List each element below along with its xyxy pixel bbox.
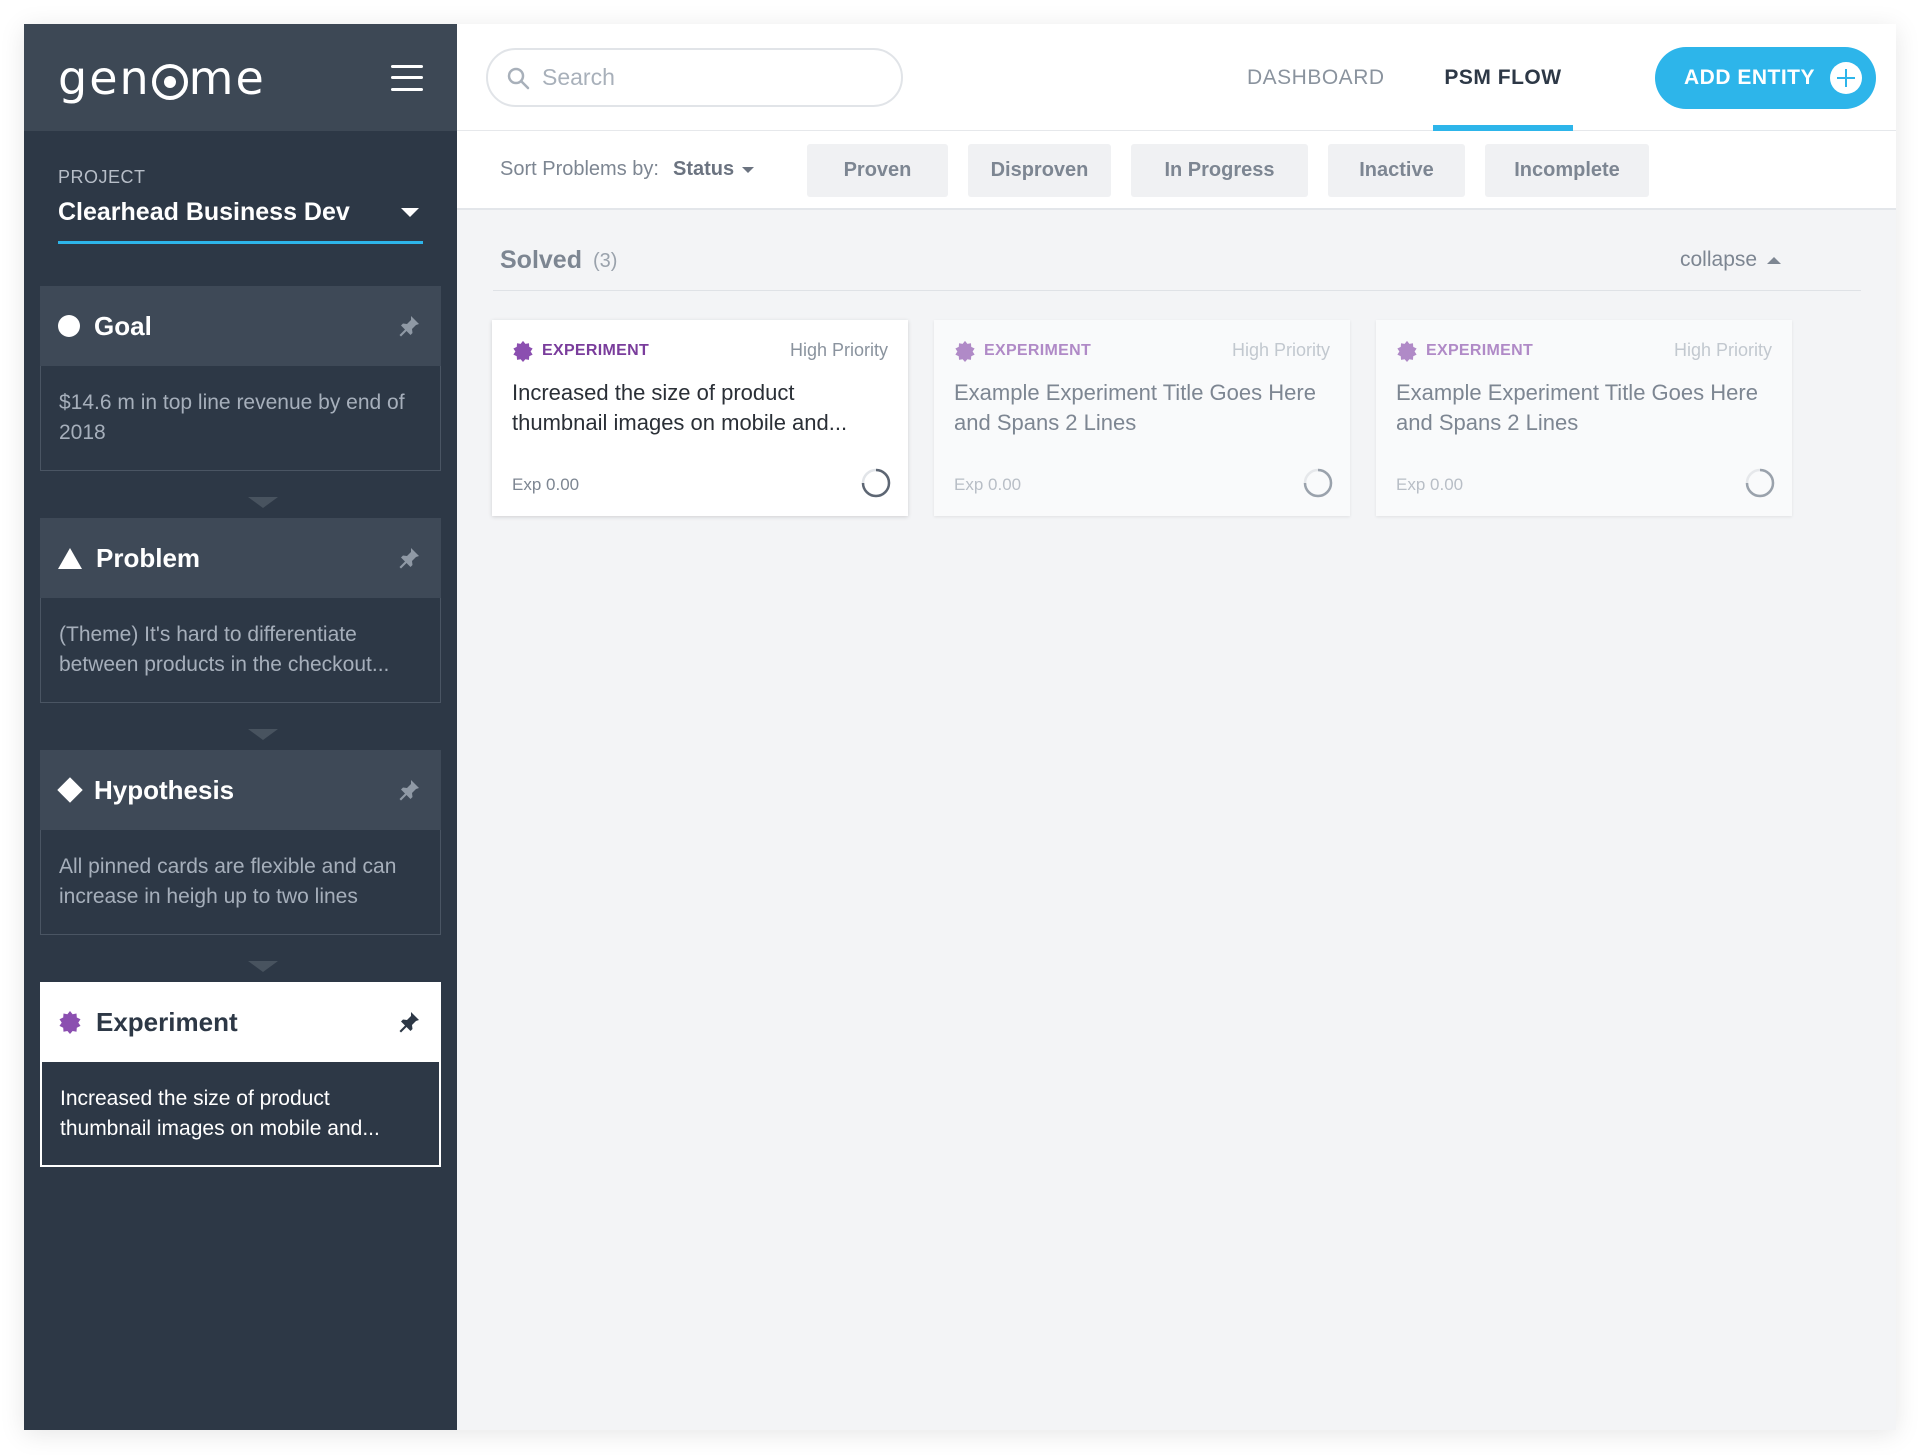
pinned-card-problem[interactable]: Problem (Theme) It's hard to differentia… [40, 518, 441, 703]
card-type: EXPERIMENT [954, 340, 1091, 362]
logo-text-left: gen [58, 50, 151, 105]
filter-bar: Sort Problems by: Status Proven Disprove… [457, 131, 1896, 210]
filter-chip-inactive[interactable]: Inactive [1328, 144, 1465, 197]
app-window: gen me PROJECT Clearhead Business Dev Goa… [24, 24, 1896, 1430]
brand-bar: gen me [24, 24, 457, 131]
collapse-label: collapse [1680, 248, 1758, 271]
pinned-card-body: Increased the size of product thumbnail … [40, 1062, 441, 1167]
goal-circle-icon [58, 315, 80, 337]
experiment-badge-icon [513, 340, 533, 362]
pinned-card-header: Problem [40, 518, 441, 598]
experiment-card[interactable]: EXPERIMENT High Priority Example Experim… [1376, 320, 1792, 516]
filter-chip-incomplete[interactable]: Incomplete [1485, 144, 1649, 197]
sidebar: gen me PROJECT Clearhead Business Dev Goa… [24, 24, 457, 1430]
content-area: Solved (3) collapse EXPERIMENT High Prio… [457, 210, 1896, 1430]
logo-text-right: me [188, 50, 266, 105]
main-panel: DASHBOARD PSM FLOW ADD ENTITY Sort Probl… [457, 24, 1896, 1430]
pinned-card-title: Experiment [96, 1006, 238, 1037]
add-entity-button[interactable]: ADD ENTITY [1655, 47, 1876, 109]
pinned-card-hypothesis[interactable]: Hypothesis All pinned cards are flexible… [40, 750, 441, 935]
card-meta: Exp 0.00 [512, 475, 580, 494]
logo: gen me [58, 51, 266, 105]
tab-dashboard[interactable]: DASHBOARD [1247, 24, 1385, 131]
card-type: EXPERIMENT [512, 340, 649, 362]
pinned-card-body: (Theme) It's hard to differentiate betwe… [40, 598, 441, 703]
chevron-down-icon [742, 166, 755, 173]
card-title: Example Experiment Title Goes Here and S… [1396, 380, 1758, 435]
pinned-card-goal[interactable]: Goal $14.6 m in top line revenue by end … [40, 286, 441, 471]
logo-mark-icon [151, 63, 188, 100]
experiment-card[interactable]: EXPERIMENT High Priority Example Experim… [934, 320, 1350, 516]
project-selector: PROJECT Clearhead Business Dev [24, 131, 457, 244]
card-priority: High Priority [1673, 340, 1772, 360]
spinner-icon [1303, 468, 1333, 498]
divider [493, 290, 1861, 291]
pin-icon[interactable] [397, 778, 421, 802]
pinned-card-title: Problem [96, 542, 201, 573]
filter-chip-disproven[interactable]: Disproven [968, 144, 1111, 197]
group-count: (3) [593, 250, 618, 272]
card-title: Increased the size of product thumbnail … [512, 380, 848, 435]
sort-value: Status [673, 158, 735, 180]
problem-triangle-icon [58, 547, 82, 569]
pinned-card-header: Experiment [40, 982, 441, 1062]
pinned-card-title: Hypothesis [94, 774, 235, 805]
project-name: Clearhead Business Dev [58, 198, 350, 226]
top-bar: DASHBOARD PSM FLOW ADD ENTITY [457, 24, 1896, 131]
pinned-card-header: Goal [40, 286, 441, 366]
card-type-label: EXPERIMENT [984, 342, 1092, 359]
pinned-card-body: $14.6 m in top line revenue by end of 20… [40, 366, 441, 471]
search-box[interactable] [486, 48, 903, 107]
experiment-badge-icon [59, 1011, 81, 1034]
card-title: Example Experiment Title Goes Here and S… [954, 380, 1316, 435]
plus-icon [1830, 62, 1862, 94]
group-title: Solved [500, 246, 582, 274]
pin-icon[interactable] [397, 314, 421, 338]
experiment-card[interactable]: EXPERIMENT High Priority Increased the s… [492, 320, 908, 516]
menu-icon[interactable] [391, 64, 423, 91]
flow-connector-icon [248, 961, 278, 972]
chevron-up-icon [1767, 256, 1782, 264]
hypothesis-diamond-icon [57, 777, 83, 803]
collapse-toggle[interactable]: collapse [1680, 248, 1782, 272]
search-icon [507, 67, 530, 89]
card-type-label: EXPERIMENT [1426, 342, 1534, 359]
card-type-label: EXPERIMENT [542, 342, 650, 359]
spinner-icon [1745, 468, 1775, 498]
chevron-down-icon [401, 208, 419, 217]
tab-psm-flow[interactable]: PSM FLOW [1433, 24, 1573, 131]
filter-chip-proven[interactable]: Proven [807, 144, 948, 197]
spinner-icon [861, 468, 891, 498]
card-meta: Exp 0.00 [954, 475, 1022, 494]
card-meta: Exp 0.00 [1396, 475, 1464, 494]
pin-icon[interactable] [397, 546, 421, 570]
card-priority: High Priority [789, 340, 888, 360]
project-label: PROJECT [58, 167, 146, 187]
filter-chip-in-progress[interactable]: In Progress [1131, 144, 1308, 197]
pin-icon[interactable] [397, 1010, 421, 1034]
pinned-card-experiment[interactable]: Experiment Increased the size of product… [40, 982, 441, 1167]
pinned-card-body: All pinned cards are flexible and can in… [40, 830, 441, 935]
experiment-badge-icon [1397, 340, 1417, 362]
flow-connector-icon [248, 729, 278, 740]
card-priority: High Priority [1231, 340, 1330, 360]
search-input[interactable] [542, 64, 882, 91]
flow-connector-icon [248, 497, 278, 508]
experiment-badge-icon [955, 340, 975, 362]
sort-dropdown[interactable]: Status [673, 158, 755, 181]
card-type: EXPERIMENT [1396, 340, 1533, 362]
project-dropdown[interactable]: Clearhead Business Dev [58, 198, 423, 244]
sort-label: Sort Problems by: [500, 158, 659, 180]
pinned-card-header: Hypothesis [40, 750, 441, 830]
pinned-card-title: Goal [94, 310, 152, 341]
add-entity-label: ADD ENTITY [1684, 66, 1815, 89]
